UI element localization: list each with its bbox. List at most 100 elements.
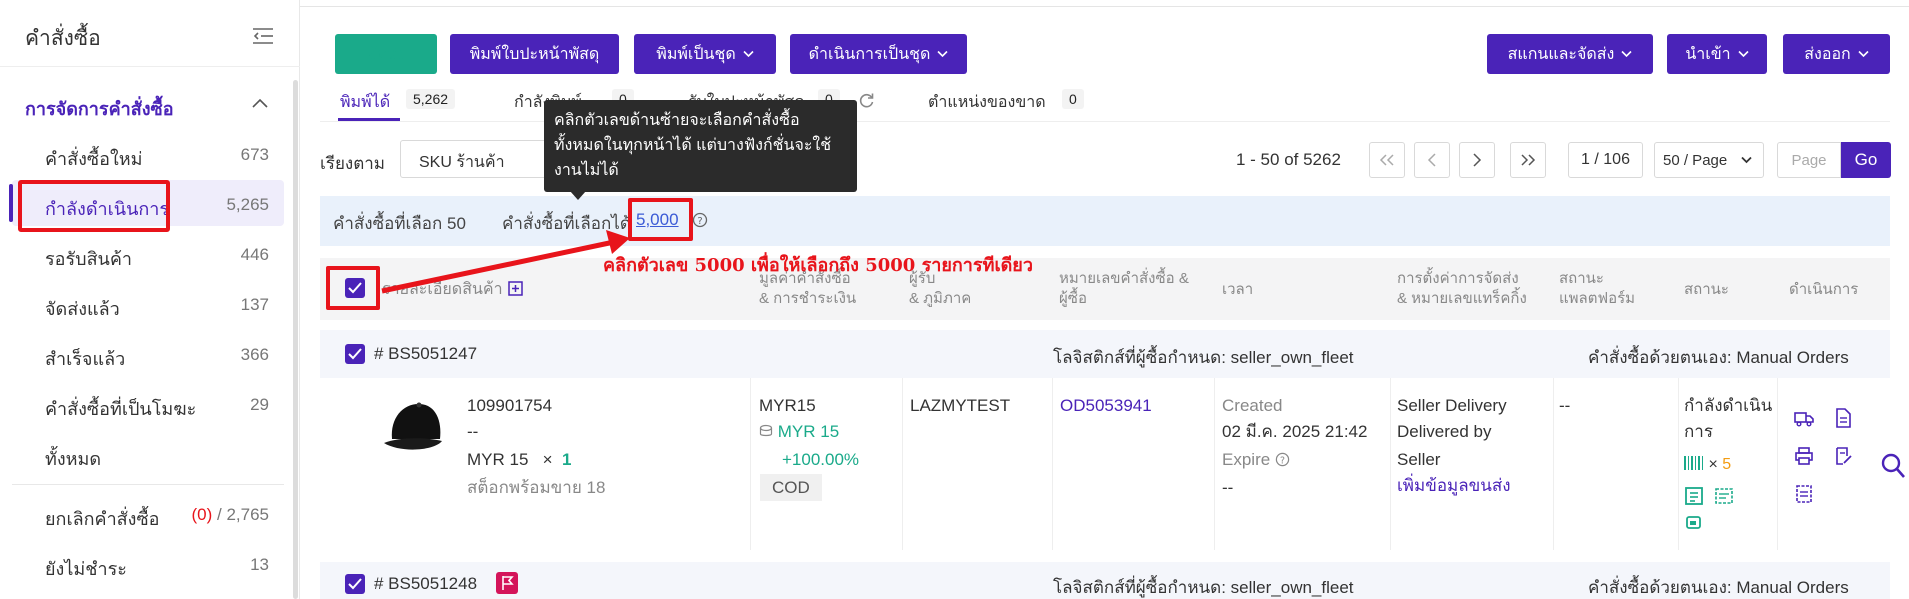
- file-text-icon[interactable]: [1833, 408, 1853, 428]
- help-circle-icon[interactable]: ?: [1275, 452, 1290, 467]
- order-checkbox[interactable]: [345, 574, 365, 594]
- order-manual-label: คำสั่งซื้อด้วยตนเอง: Manual Orders: [1588, 578, 1849, 597]
- batch-action-dropdown[interactable]: ดำเนินการเป็นชุด: [790, 34, 967, 74]
- printer-icon[interactable]: [1794, 446, 1814, 466]
- sidebar-count-void: 29: [250, 395, 269, 414]
- receipt-icon[interactable]: [1794, 484, 1814, 504]
- double-chevron-left-icon: [1379, 154, 1394, 166]
- sort-label: เรียงตาม: [320, 154, 385, 173]
- double-chevron-right-icon: [1521, 154, 1536, 166]
- import-dropdown[interactable]: นำเข้า: [1667, 34, 1767, 74]
- truck-icon[interactable]: [1794, 408, 1814, 428]
- sidebar-active-indicator: [9, 184, 13, 222]
- sidebar-scrollbar[interactable]: [293, 80, 298, 599]
- header-platform-status: สถานะ แพลตฟอร์ม: [1559, 269, 1635, 309]
- tab-missing-items-count: 0: [1062, 89, 1084, 109]
- refresh-icon[interactable]: [858, 92, 875, 109]
- header-shipping-line1: การตั้งค่าการจัดส่ง: [1397, 270, 1519, 287]
- product-image-cap[interactable]: [378, 395, 448, 467]
- export-label: ส่งออก: [1804, 45, 1851, 63]
- sort-select[interactable]: SKU ร้านค้า: [400, 140, 560, 178]
- sidebar-title: คำสั่งซื้อ: [25, 27, 101, 50]
- chevron-down-icon: [937, 50, 948, 58]
- per-page-select[interactable]: 50 / Page: [1654, 142, 1764, 178]
- export-dropdown[interactable]: ส่งออก: [1783, 34, 1890, 74]
- coins-icon: [759, 424, 773, 437]
- goto-page-input[interactable]: Page: [1777, 142, 1841, 178]
- sidebar-item-awaiting-pickup[interactable]: รอรับสินค้า: [45, 244, 132, 273]
- payment-method-badge: COD: [760, 474, 822, 501]
- chat-icon[interactable]: [1684, 514, 1704, 534]
- sidebar: คำสั่งซื้อ การจัดการคำสั่งซื้อ คำสั่งซื้…: [0, 0, 300, 599]
- sidebar-item-cancelled[interactable]: ยกเลิกคำสั่งซื้อ: [45, 504, 159, 533]
- chevron-down-icon: [1858, 50, 1869, 58]
- ship-button[interactable]: จัดส่ง: [335, 34, 437, 74]
- order-manual-label: คำสั่งซื้อด้วยตนเอง: Manual Orders: [1588, 348, 1849, 367]
- chevron-down-icon: [1738, 50, 1749, 58]
- sidebar-item-completed[interactable]: สำเร็จแล้ว: [45, 344, 125, 373]
- column-divider: [902, 378, 903, 550]
- go-button[interactable]: Go: [1841, 142, 1891, 178]
- annotation-text: คลิกตัวเลข 5000 เพื่อให้เลือกถึง 5000 รา…: [603, 255, 1033, 276]
- document-icon[interactable]: [1684, 486, 1704, 506]
- last-page-button[interactable]: [1510, 142, 1546, 178]
- sidebar-item-void[interactable]: คำสั่งซื้อที่เป็นโมฆะ: [45, 394, 196, 423]
- sidebar-divider: [12, 484, 284, 485]
- column-divider: [1390, 378, 1391, 550]
- next-page-button[interactable]: [1459, 142, 1495, 178]
- sidebar-count-new-orders: 673: [240, 145, 269, 164]
- collapse-menu-icon[interactable]: [252, 26, 274, 46]
- expire-value: --: [1222, 478, 1234, 497]
- order-checkbox[interactable]: [345, 344, 365, 364]
- app: คำสั่งซื้อ การจัดการคำสั่งซื้อ คำสั่งซื้…: [0, 0, 1909, 599]
- product-quantity: 1: [561, 450, 572, 469]
- tab-missing-items[interactable]: ตำแหน่งของขาด: [928, 90, 1046, 115]
- sidebar-item-new-orders[interactable]: คำสั่งซื้อใหม่: [45, 144, 142, 173]
- batch-action-label: ดำเนินการเป็นชุด: [808, 45, 931, 63]
- tab-printable-count: 5,262: [406, 89, 456, 109]
- annotation-arrow-icon: [381, 230, 630, 294]
- prev-page-button[interactable]: [1414, 142, 1450, 178]
- header-order-number-line1: หมายเลขคำสั่งซื้อ &: [1059, 270, 1189, 287]
- scan-ship-dropdown[interactable]: สแกนและจัดส่ง: [1487, 34, 1653, 74]
- product-stock: สต็อกพร้อมขาย 18: [467, 478, 606, 497]
- print-batch-dropdown[interactable]: พิมพ์เป็นชุด: [634, 34, 776, 74]
- platform-status: --: [1559, 396, 1571, 415]
- order-logistics: โลจิสติกส์ที่ผู้ซื้อกำหนด: seller_own_fl…: [1053, 578, 1354, 597]
- page-indicator[interactable]: 1 / 106: [1568, 142, 1643, 178]
- created-label: Created: [1222, 396, 1283, 415]
- paid-amount: MYR 15: [777, 422, 840, 441]
- print-label-button[interactable]: พิมพ์ใบปะหน้าพัสดุ: [450, 34, 619, 74]
- sidebar-count-unpaid: 13: [250, 555, 269, 574]
- sidebar-count-cancelled: (0) / 2,765: [191, 505, 269, 525]
- chevron-down-icon: [1621, 50, 1632, 58]
- paid-amount-row: MYR 15: [759, 418, 839, 445]
- highlight-box-processing: [18, 180, 170, 232]
- add-shipping-info-link[interactable]: เพิ่มข้อมูลขนส่ง: [1397, 472, 1511, 499]
- sidebar-count-shipped: 137: [240, 295, 269, 314]
- per-page-value: 50 / Page: [1663, 151, 1728, 169]
- svg-text:?: ?: [1280, 455, 1285, 466]
- sort-select-value: SKU ร้านค้า: [419, 154, 505, 171]
- expire-label: Expire: [1222, 450, 1271, 469]
- header-platform-status-line2: แพลตฟอร์ม: [1559, 290, 1636, 307]
- chevron-up-icon[interactable]: [252, 98, 268, 108]
- help-circle-icon[interactable]: ?: [692, 212, 708, 228]
- expire-label-row: Expire ?: [1222, 446, 1290, 473]
- column-divider: [1052, 378, 1053, 550]
- first-page-button[interactable]: [1369, 142, 1405, 178]
- order-id[interactable]: # BS5051247: [374, 344, 477, 364]
- edit-document-icon[interactable]: [1833, 446, 1853, 466]
- sidebar-item-shipped[interactable]: จัดส่งแล้ว: [45, 294, 120, 323]
- sidebar-item-unpaid[interactable]: ยังไม่ชำระ: [45, 554, 127, 583]
- tab-printable[interactable]: พิมพ์ได้: [340, 90, 390, 115]
- sidebar-group-order-management[interactable]: การจัดการคำสั่งซื้อ: [25, 94, 174, 123]
- order-number-link[interactable]: OD5053941: [1060, 392, 1152, 419]
- order-status-line1: กำลังดำเนิน: [1684, 396, 1773, 415]
- flag-icon[interactable]: [496, 572, 518, 594]
- chevron-down-icon: [743, 50, 754, 58]
- order-id[interactable]: # BS5051248: [374, 574, 477, 594]
- search-icon[interactable]: [1880, 452, 1906, 480]
- invoice-icon[interactable]: [1714, 486, 1734, 506]
- sidebar-item-all[interactable]: ทั้งหมด: [45, 444, 101, 473]
